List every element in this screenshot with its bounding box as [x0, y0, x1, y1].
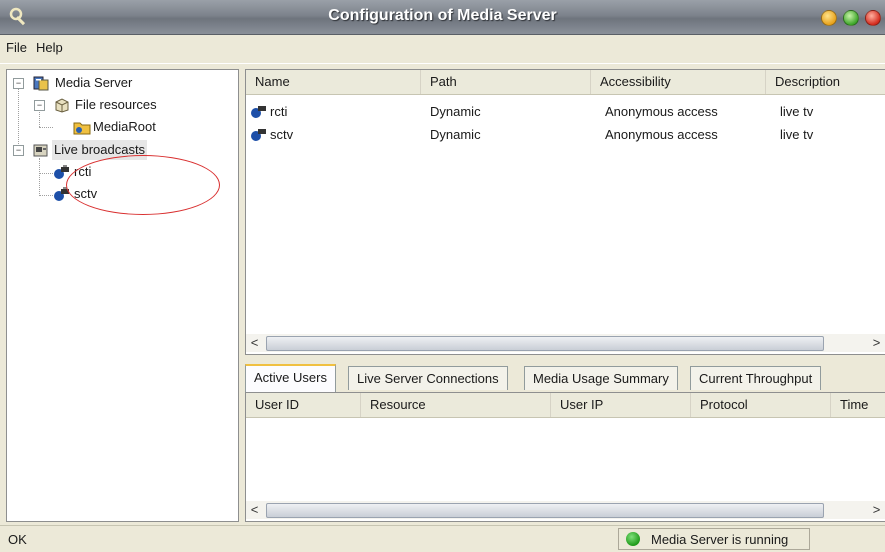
column-header-path[interactable]: Path — [421, 70, 591, 94]
server-status-text: Media Server is running — [651, 532, 789, 547]
resources-horizontal-scrollbar[interactable]: < > — [246, 334, 885, 352]
scrollbar-thumb[interactable] — [266, 336, 824, 351]
scrollbar-thumb[interactable] — [266, 503, 824, 518]
tab-media-usage-summary[interactable]: Media Usage Summary — [524, 366, 678, 390]
menu-bar: File Help — [0, 35, 885, 64]
collapse-icon[interactable]: − — [13, 78, 24, 89]
users-horizontal-scrollbar[interactable]: < > — [246, 501, 885, 519]
collapse-icon[interactable]: − — [13, 145, 24, 156]
column-header-resource[interactable]: Resource — [361, 393, 551, 417]
server-tree[interactable]: − Media Server − File resources MediaRoo… — [6, 69, 239, 522]
menu-file[interactable]: File — [2, 40, 31, 55]
camera-stream-icon — [251, 129, 266, 141]
cell-description: live tv — [780, 127, 814, 142]
cell-accessibility: Anonymous access — [605, 127, 718, 142]
users-header: User ID Resource User IP Protocol Time — [246, 393, 885, 418]
table-row[interactable]: rcti Dynamic Anonymous access live tv — [246, 102, 885, 121]
resources-list[interactable]: Name Path Accessibility Description rcti… — [245, 69, 885, 355]
table-row[interactable]: sctv Dynamic Anonymous access live tv — [246, 125, 885, 144]
broadcast-folder-icon — [33, 144, 48, 157]
package-icon — [55, 98, 69, 113]
column-header-name[interactable]: Name — [246, 70, 421, 94]
annotation-ellipse — [66, 155, 220, 215]
cell-description: live tv — [780, 104, 814, 119]
cell-path: Dynamic — [430, 104, 481, 119]
column-header-user-id[interactable]: User ID — [246, 393, 361, 417]
scroll-right-arrow-icon[interactable]: > — [868, 334, 885, 352]
scroll-left-arrow-icon[interactable]: < — [246, 501, 263, 519]
cell-name: sctv — [270, 127, 294, 142]
media-folder-icon — [73, 122, 91, 135]
title-bar[interactable]: Configuration of Media Server — [0, 0, 885, 35]
column-header-user-ip[interactable]: User IP — [551, 393, 691, 417]
close-button[interactable] — [865, 10, 881, 26]
tree-label: File resources — [75, 97, 157, 112]
column-header-time[interactable]: Time — [831, 393, 885, 417]
maximize-button[interactable] — [843, 10, 859, 26]
menu-help[interactable]: Help — [32, 40, 67, 55]
collapse-icon[interactable]: − — [34, 100, 45, 111]
server-icon — [33, 76, 49, 91]
status-text: OK — [8, 532, 27, 547]
tree-label: MediaRoot — [93, 119, 156, 134]
column-header-accessibility[interactable]: Accessibility — [591, 70, 766, 94]
scroll-left-arrow-icon[interactable]: < — [246, 334, 263, 352]
column-header-description[interactable]: Description — [766, 70, 885, 94]
resources-header: Name Path Accessibility Description — [246, 70, 885, 95]
tab-live-server-connections[interactable]: Live Server Connections — [348, 366, 508, 390]
server-status-panel: Media Server is running — [618, 528, 810, 550]
tree-label: Media Server — [55, 75, 133, 90]
status-bar: OK Media Server is running — [0, 525, 885, 552]
scroll-right-arrow-icon[interactable]: > — [868, 501, 885, 519]
running-indicator-icon — [626, 532, 640, 546]
column-header-protocol[interactable]: Protocol — [691, 393, 831, 417]
minimize-button[interactable] — [821, 10, 837, 26]
cell-path: Dynamic — [430, 127, 481, 142]
tab-active-users[interactable]: Active Users — [245, 364, 336, 392]
camera-stream-icon — [251, 106, 266, 118]
active-users-list[interactable]: User ID Resource User IP Protocol Time <… — [245, 392, 885, 522]
window-title: Configuration of Media Server — [328, 7, 557, 24]
monitor-tabs: Active Users Live Server Connections Med… — [245, 364, 885, 392]
cell-accessibility: Anonymous access — [605, 104, 718, 119]
tab-current-throughput[interactable]: Current Throughput — [690, 366, 822, 390]
cell-name: rcti — [270, 104, 288, 119]
